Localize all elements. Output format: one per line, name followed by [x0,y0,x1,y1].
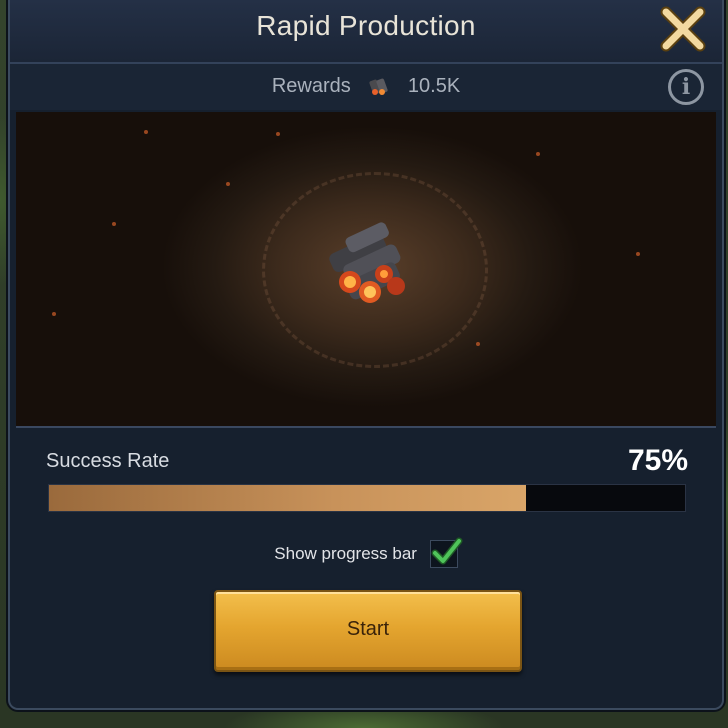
ember [226,182,230,186]
production-scene [16,112,716,426]
show-progress-checkbox[interactable] [429,537,463,568]
start-button[interactable]: Start [214,590,522,672]
title-bar: Rapid Production [10,0,722,64]
success-rate-value: 75% [627,444,688,477]
close-button[interactable] [658,6,706,54]
ember [52,312,56,316]
close-icon [660,6,706,52]
ember [144,130,148,134]
info-icon: i [681,74,691,100]
rapid-production-dialog: Rapid Production Rewards 10.5K i Success… [8,0,724,710]
show-progress-toggle-row: Show progress bar [10,537,722,568]
checkmark-icon [431,537,463,565]
rewards-amount: 10.5K [407,75,461,98]
info-button[interactable]: i [668,69,704,105]
dialog-title: Rapid Production [256,10,476,41]
success-rate-bar [48,484,686,512]
rewards-label: Rewards [271,75,351,98]
ember [476,342,480,346]
success-rate-bar-fill [49,485,526,511]
coal-icon [369,78,388,95]
show-progress-label: Show progress bar [274,544,417,563]
ember [636,252,640,256]
start-button-label: Start [346,618,390,640]
ember [536,152,540,156]
coal-icon [329,222,405,303]
ember [276,132,280,136]
success-rate-label: Success Rate [46,450,170,472]
ember [112,222,116,226]
rewards-bar: Rewards 10.5K i [10,64,722,110]
section-divider [16,426,716,428]
